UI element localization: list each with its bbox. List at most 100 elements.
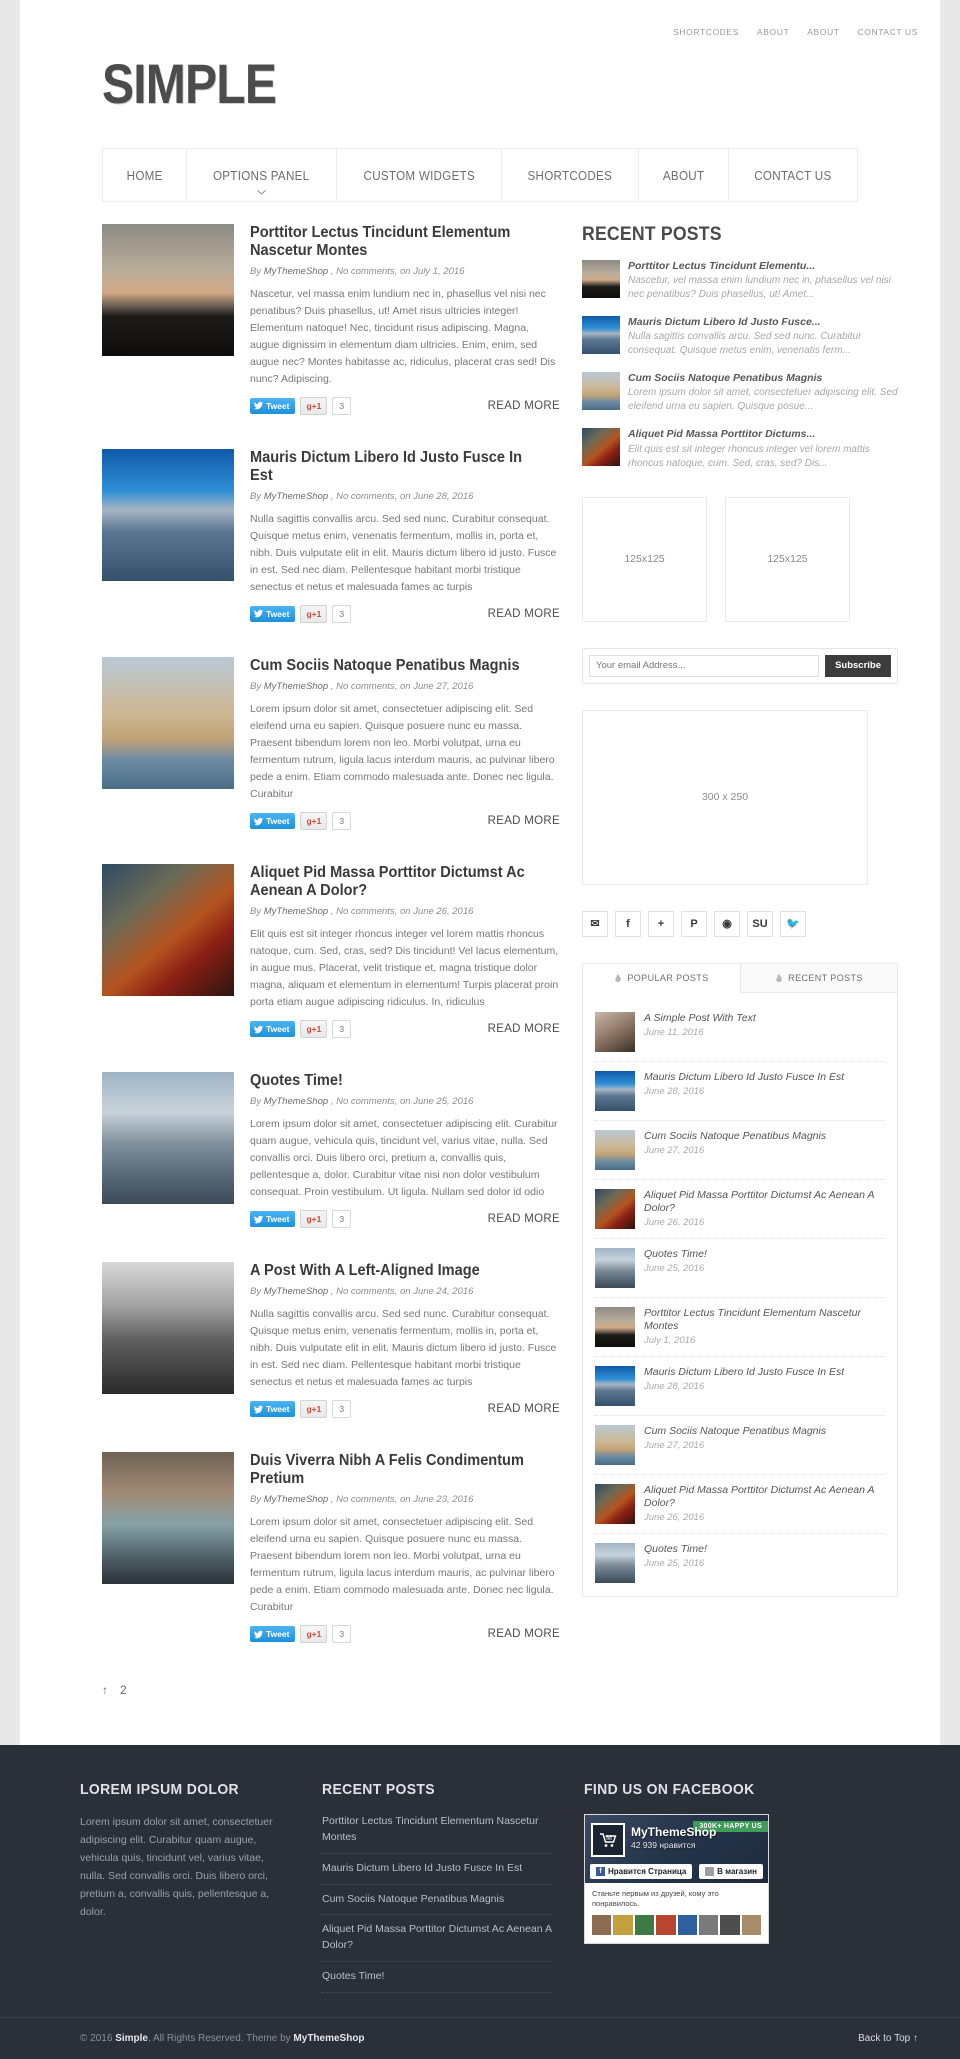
- tab-post-title[interactable]: Quotes Time!: [644, 1248, 707, 1261]
- post-comments[interactable]: No comments: [336, 491, 395, 502]
- tab-post-title[interactable]: Porttitor Lectus Tincidunt Elementum Nas…: [644, 1307, 885, 1333]
- post-title[interactable]: Duis Viverra Nibh A Felis Condimentum Pr…: [250, 1452, 541, 1488]
- tab-post-title[interactable]: Mauris Dictum Libero Id Justo Fusce In E…: [644, 1366, 844, 1379]
- menu-item-custom-widgets[interactable]: CUSTOM WIDGETS: [335, 149, 502, 201]
- read-more-link[interactable]: READ MORE: [488, 400, 560, 412]
- tab-post-thumbnail[interactable]: [595, 1483, 635, 1524]
- menu-item-shortcodes[interactable]: SHORTCODES: [501, 149, 638, 201]
- copyright-author[interactable]: MyThemeShop: [293, 2033, 364, 2044]
- menu-item-options-panel[interactable]: OPTIONS PANEL: [186, 149, 335, 201]
- tab-post-thumbnail[interactable]: [595, 1129, 635, 1170]
- read-more-link[interactable]: READ MORE: [488, 815, 560, 827]
- facebook-like-button[interactable]: f Нравится Страница: [590, 1864, 693, 1880]
- menu-item-contact-us[interactable]: CONTACT US: [728, 149, 857, 201]
- post-title[interactable]: A Post With A Left-Aligned Image: [250, 1262, 541, 1280]
- tab-popular-posts[interactable]: POPULAR POSTS: [583, 963, 740, 993]
- post-thumbnail[interactable]: [102, 448, 234, 581]
- post-comments[interactable]: No comments: [336, 681, 395, 692]
- post-thumbnail[interactable]: [102, 224, 234, 356]
- post-thumbnail[interactable]: [102, 1452, 234, 1585]
- post-title[interactable]: Quotes Time!: [250, 1072, 541, 1090]
- topnav-item-3[interactable]: CONTACT US: [858, 27, 918, 37]
- recent-post-title[interactable]: Aliquet Pid Massa Porttitor Dictums...: [628, 428, 898, 441]
- pinterest-icon[interactable]: P: [681, 910, 707, 937]
- menu-item-about[interactable]: ABOUT: [638, 149, 728, 201]
- topnav-item-0[interactable]: SHORTCODES: [673, 27, 739, 37]
- tab-post-thumbnail[interactable]: [595, 1306, 635, 1347]
- google-plus-button[interactable]: g+1: [300, 604, 328, 623]
- tweet-button[interactable]: Tweet: [250, 605, 296, 622]
- read-more-link[interactable]: READ MORE: [488, 1213, 560, 1225]
- footer-recent-link[interactable]: Cum Sociis Natoque Penatibus Magnis: [322, 1885, 552, 1916]
- site-logo[interactable]: SIMPLE: [102, 56, 823, 112]
- google-plus-button[interactable]: g+1: [300, 1210, 328, 1229]
- post-thumbnail[interactable]: [102, 1072, 234, 1205]
- google-plus-icon[interactable]: +: [648, 910, 674, 937]
- post-author[interactable]: MyThemeShop: [264, 906, 328, 917]
- read-more-link[interactable]: READ MORE: [488, 608, 560, 620]
- read-more-link[interactable]: READ MORE: [488, 1628, 560, 1640]
- recent-post-thumbnail[interactable]: [582, 428, 620, 467]
- post-author[interactable]: MyThemeShop: [264, 681, 328, 692]
- footer-recent-link[interactable]: Mauris Dictum Libero Id Justo Fusce In E…: [322, 1854, 552, 1885]
- post-comments[interactable]: No comments: [336, 1096, 395, 1107]
- ad-box-2[interactable]: 125x125: [725, 496, 850, 622]
- tweet-button[interactable]: Tweet: [250, 1021, 296, 1038]
- footer-recent-link[interactable]: Porttitor Lectus Tincidunt Elementum Nas…: [322, 1814, 552, 1854]
- stumbleupon-icon[interactable]: SU: [747, 910, 773, 937]
- facebook-icon[interactable]: f: [615, 910, 641, 937]
- post-author[interactable]: MyThemeShop: [264, 491, 328, 502]
- recent-post-title[interactable]: Porttitor Lectus Tincidunt Elementu...: [628, 260, 898, 273]
- facebook-shop-button[interactable]: В магазин: [699, 1864, 763, 1880]
- post-title[interactable]: Porttitor Lectus Tincidunt Elementum Nas…: [250, 224, 541, 260]
- post-author[interactable]: MyThemeShop: [264, 1096, 328, 1107]
- google-plus-button[interactable]: g+1: [300, 1400, 328, 1419]
- footer-recent-link[interactable]: Aliquet Pid Massa Porttitor Dictumst Ac …: [322, 1915, 552, 1962]
- recent-post-thumbnail[interactable]: [582, 316, 620, 355]
- tab-post-title[interactable]: A Simple Post With Text: [644, 1012, 756, 1025]
- tab-post-title[interactable]: Cum Sociis Natoque Penatibus Magnis: [644, 1130, 826, 1143]
- subscribe-email-input[interactable]: [589, 654, 820, 677]
- tab-post-thumbnail[interactable]: [595, 1247, 635, 1288]
- post-author[interactable]: MyThemeShop: [264, 1286, 328, 1297]
- pagination-prev[interactable]: ↑: [102, 1683, 108, 1697]
- twitter-icon[interactable]: 🐦: [780, 910, 806, 937]
- topnav-item-1[interactable]: ABOUT: [757, 27, 789, 37]
- post-thumbnail[interactable]: [102, 864, 234, 997]
- subscribe-button[interactable]: Subscribe: [825, 654, 891, 677]
- post-comments[interactable]: No comments: [336, 1286, 395, 1297]
- google-plus-button[interactable]: g+1: [300, 812, 328, 831]
- copyright-site[interactable]: Simple: [115, 2033, 148, 2044]
- post-title[interactable]: Aliquet Pid Massa Porttitor Dictumst Ac …: [250, 864, 541, 900]
- google-plus-button[interactable]: g+1: [300, 1020, 328, 1039]
- back-to-top-link[interactable]: Back to Top ↑: [858, 2033, 918, 2044]
- post-author[interactable]: MyThemeShop: [264, 266, 328, 277]
- tab-post-title[interactable]: Cum Sociis Natoque Penatibus Magnis: [644, 1425, 826, 1438]
- recent-post-thumbnail[interactable]: [582, 372, 620, 411]
- tab-post-title[interactable]: Mauris Dictum Libero Id Justo Fusce In E…: [644, 1071, 844, 1084]
- post-comments[interactable]: No comments: [336, 1494, 395, 1505]
- topnav-item-2[interactable]: ABOUT: [807, 27, 839, 37]
- post-author[interactable]: MyThemeShop: [264, 1494, 328, 1505]
- read-more-link[interactable]: READ MORE: [488, 1023, 560, 1035]
- ad-box-large[interactable]: 300 x 250: [582, 709, 868, 885]
- ad-box-1[interactable]: 125x125: [582, 496, 707, 622]
- tab-post-thumbnail[interactable]: [595, 1424, 635, 1465]
- recent-post-title[interactable]: Cum Sociis Natoque Penatibus Magnis: [628, 372, 898, 385]
- tab-post-title[interactable]: Aliquet Pid Massa Porttitor Dictumst Ac …: [644, 1189, 885, 1215]
- post-comments[interactable]: No comments: [336, 266, 395, 277]
- post-thumbnail[interactable]: [102, 656, 234, 789]
- recent-post-thumbnail[interactable]: [582, 260, 620, 298]
- pagination-page-2[interactable]: 2: [120, 1683, 127, 1697]
- tab-post-title[interactable]: Quotes Time!: [644, 1543, 707, 1556]
- google-plus-button[interactable]: g+1: [300, 1625, 328, 1644]
- email-icon[interactable]: ✉: [582, 910, 608, 937]
- tweet-button[interactable]: Tweet: [250, 1211, 296, 1228]
- footer-recent-link[interactable]: Quotes Time!: [322, 1962, 552, 1993]
- tab-post-thumbnail[interactable]: [595, 1365, 635, 1406]
- tweet-button[interactable]: Tweet: [250, 1401, 296, 1418]
- tab-post-title[interactable]: Aliquet Pid Massa Porttitor Dictumst Ac …: [644, 1484, 885, 1510]
- tab-post-thumbnail[interactable]: [595, 1011, 635, 1052]
- facebook-page-widget[interactable]: 300K+ HAPPY US M MyThemeShop 42 939 нрав…: [584, 1814, 769, 1944]
- menu-item-home[interactable]: HOME: [102, 149, 186, 201]
